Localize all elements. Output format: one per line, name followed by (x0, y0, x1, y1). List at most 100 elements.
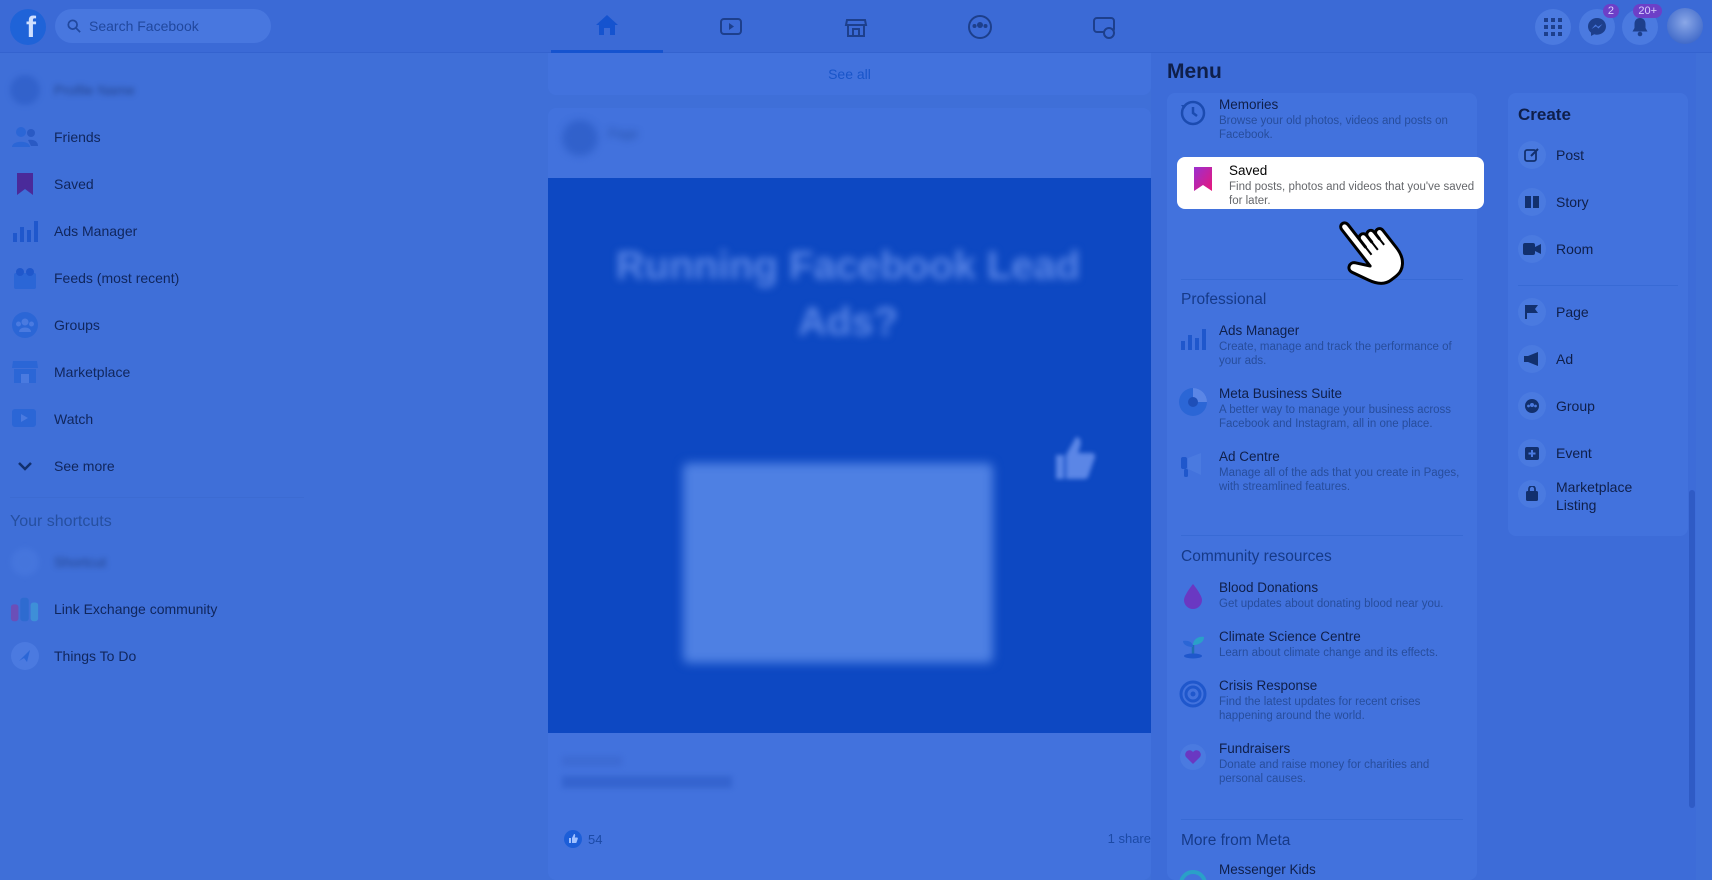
menu-item-ads-manager[interactable]: Ads Manager Create, manage and track the… (1177, 323, 1469, 368)
group-icon (1518, 392, 1546, 420)
sidebar-item-label: Saved (54, 176, 94, 192)
sidebar-item-groups[interactable]: Groups (10, 305, 300, 345)
see-all-link[interactable]: See all (548, 53, 1151, 95)
see-all-label: See all (828, 66, 871, 82)
create-marketplace-listing[interactable]: Marketplace Listing (1518, 478, 1683, 514)
sidebar-item-see-more[interactable]: See more (10, 446, 300, 486)
create-post[interactable]: Post (1518, 141, 1683, 169)
menu-title: Menu (1167, 60, 1222, 83)
sidebar-item-ads-manager[interactable]: Ads Manager (10, 211, 300, 251)
shortcut-things-to-do[interactable]: Things To Do (10, 636, 300, 676)
menu-item-ad-centre[interactable]: Ad Centre Manage all of the ads that you… (1177, 449, 1469, 494)
menu-item-desc: Donate and raise money for charities and… (1219, 759, 1430, 785)
store-icon (844, 18, 868, 37)
crisis-response-icon (1177, 678, 1209, 710)
shortcut-item[interactable]: Shortcut (10, 542, 300, 582)
sidebar-item-label: Marketplace (54, 364, 131, 380)
post-link-preview[interactable] (562, 756, 1137, 788)
menu-item-messenger-kids[interactable]: Messenger Kids (1177, 862, 1469, 880)
create-item-label: Ad (1556, 351, 1574, 367)
create-item-label: Group (1556, 398, 1595, 414)
sidebar-profile[interactable]: Profile Name (10, 70, 300, 110)
sidebar-item-marketplace[interactable]: Marketplace (10, 352, 300, 392)
create-item-label: Page (1556, 304, 1589, 320)
sidebar-item-saved[interactable]: Saved (10, 164, 300, 204)
create-group[interactable]: Group (1518, 392, 1683, 420)
sidebar-item-label: Feeds (most recent) (54, 270, 180, 286)
bar-chart-icon (1177, 323, 1209, 355)
hand-cursor-icon (1339, 221, 1404, 285)
avatar[interactable] (562, 120, 598, 156)
menu-item-fundraisers[interactable]: Fundraisers Donate and raise money for c… (1177, 741, 1469, 786)
menu-item-memories[interactable]: Memories Browse your old photos, videos … (1177, 97, 1469, 142)
watch-icon (10, 404, 40, 434)
sidebar-item-friends[interactable]: Friends (10, 117, 300, 157)
facebook-logo[interactable]: f (10, 9, 46, 45)
create-item-label: Story (1556, 194, 1589, 210)
create-event[interactable]: Event (1518, 439, 1683, 467)
menu-item-desc: Create, manage and track the performance… (1219, 341, 1452, 367)
create-item-label: Room (1556, 241, 1594, 257)
post-header: Page (562, 120, 638, 156)
messenger-button[interactable]: 2 (1579, 4, 1619, 45)
things-to-do-icon (10, 641, 40, 671)
post-author[interactable]: Page (608, 120, 638, 156)
sidebar-item-feeds[interactable]: Feeds (most recent) (10, 258, 300, 298)
tab-gaming[interactable] (1048, 0, 1160, 53)
menu-item-name: Climate Science Centre (1219, 629, 1361, 644)
tab-home[interactable] (551, 0, 663, 53)
menu-item-desc: Learn about climate change and its effec… (1219, 647, 1439, 659)
menu-item-desc: Manage all of the ads that you create in… (1219, 467, 1460, 493)
post-image-title: Running Facebook Lead Ads? (615, 244, 1081, 344)
messenger-kids-icon (1177, 862, 1209, 880)
video-icon (720, 17, 742, 35)
menu-item-blood-donations[interactable]: Blood Donations Get updates about donati… (1177, 580, 1469, 612)
sidebar-item-label: See more (54, 458, 115, 474)
gaming-icon (1093, 16, 1115, 39)
tab-groups[interactable] (924, 0, 1036, 53)
marketplace-icon (10, 357, 40, 387)
shortcut-label: Things To Do (54, 648, 137, 664)
shortcut-icon (10, 547, 40, 577)
home-icon (596, 15, 618, 35)
create-page[interactable]: Page (1518, 298, 1683, 326)
top-navigation-bar: f 2 20+ (0, 0, 1712, 53)
search-icon (67, 19, 81, 33)
create-heading: Create (1518, 105, 1571, 124)
avatar (10, 75, 40, 105)
post-image-graphic (683, 463, 993, 663)
flag-icon (1518, 298, 1546, 326)
shortcut-label: Link Exchange community (54, 601, 218, 617)
post-reactions[interactable]: 54 (564, 830, 602, 848)
megaphone-icon (1518, 345, 1546, 373)
menu-item-name: Memories (1219, 97, 1279, 112)
ad-centre-icon (1177, 449, 1209, 481)
menu-item-climate-science-centre[interactable]: Climate Science Centre Learn about clima… (1177, 629, 1469, 661)
shortcut-link-exchange[interactable]: Link Exchange community (10, 589, 300, 629)
profile-name: Profile Name (54, 82, 135, 98)
create-ad[interactable]: Ad (1518, 345, 1683, 373)
menu-scrollbar[interactable] (1689, 490, 1695, 808)
apps-menu-button[interactable] (1535, 9, 1571, 45)
tab-marketplace[interactable] (800, 0, 912, 53)
create-story[interactable]: Story (1518, 188, 1683, 216)
blood-drop-icon (1177, 580, 1209, 612)
post-image[interactable]: Running Facebook Lead Ads? (548, 178, 1151, 733)
menu-item-name: Ad Centre (1219, 449, 1280, 464)
tab-watch[interactable] (675, 0, 787, 53)
notifications-badge: 20+ (1633, 4, 1662, 18)
chevron-down-icon (10, 451, 40, 481)
account-avatar[interactable] (1667, 8, 1703, 44)
search-box[interactable] (55, 9, 271, 43)
menu-item-crisis-response[interactable]: Crisis Response Find the latest updates … (1177, 678, 1469, 723)
create-room[interactable]: Room (1518, 235, 1683, 263)
sidebar-item-watch[interactable]: Watch (10, 399, 300, 439)
menu-item-meta-business-suite[interactable]: Meta Business Suite A better way to mana… (1177, 386, 1469, 431)
groups-icon (968, 14, 992, 39)
feed-post: Page Running Facebook Lead Ads? 54 1 sha… (548, 108, 1151, 880)
share-count[interactable]: 1 share (1108, 831, 1151, 846)
search-input[interactable] (89, 18, 259, 34)
menu-panel: Menu Memories Browse your old photos, vi… (1151, 53, 1696, 880)
memories-icon (1177, 97, 1209, 129)
notifications-button[interactable]: 20+ (1622, 4, 1662, 45)
